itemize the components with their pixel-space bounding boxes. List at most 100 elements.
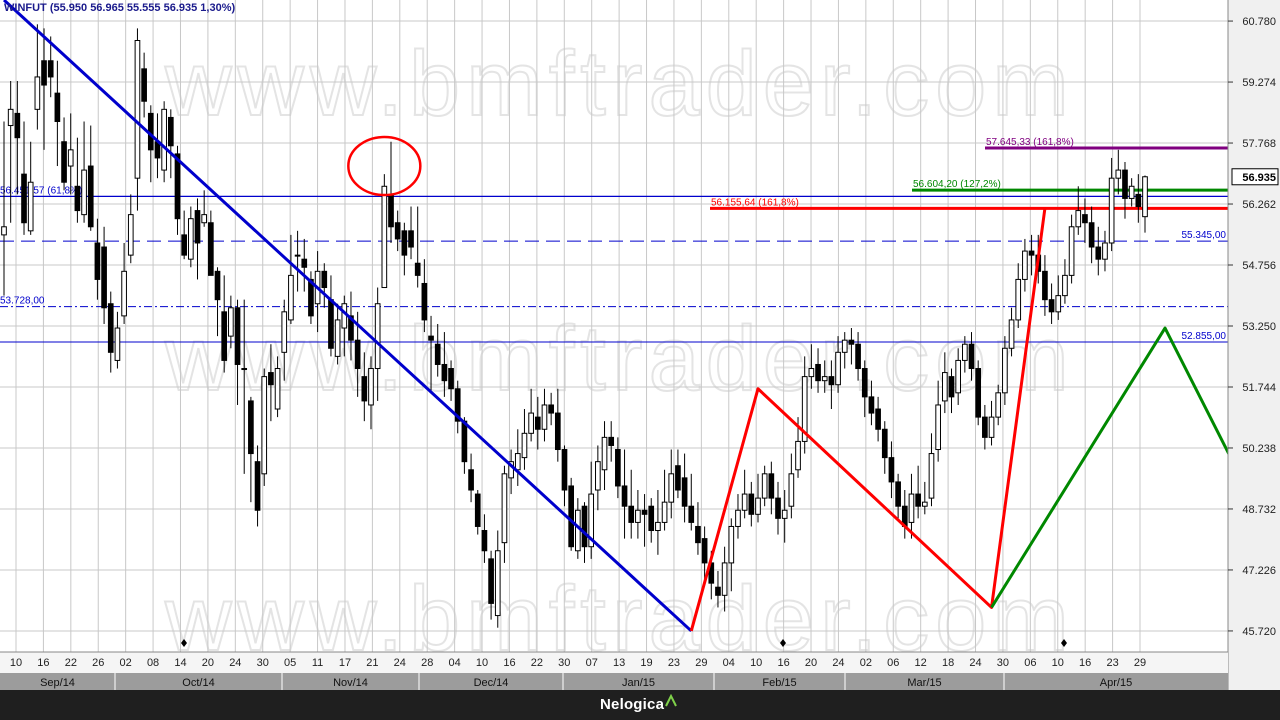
candle-body xyxy=(761,473,768,499)
brand-mark-icon xyxy=(665,694,677,707)
month-label: Feb/15 xyxy=(762,677,796,689)
candle-body xyxy=(428,335,434,341)
candle-body xyxy=(1135,193,1142,208)
day-tick-label: 10 xyxy=(1052,657,1064,669)
candle-body xyxy=(534,416,541,430)
candle-body xyxy=(641,509,648,515)
candle-body xyxy=(681,477,688,507)
candle-body xyxy=(241,368,248,371)
day-tick-label: 23 xyxy=(1106,657,1118,669)
candle-body xyxy=(888,457,895,483)
candle-body xyxy=(181,234,187,256)
candle-body xyxy=(755,497,761,515)
day-tick-label: 19 xyxy=(640,657,652,669)
candle-body xyxy=(635,509,641,523)
day-tick-label: 05 xyxy=(284,657,296,669)
month-label: Nov/14 xyxy=(333,677,368,689)
candle-body xyxy=(1048,299,1055,313)
level-label: 56.451,57 (61,8%) xyxy=(0,185,82,196)
day-tick-label: 28 xyxy=(421,657,433,669)
candle-body xyxy=(962,343,968,361)
day-tick-label: 30 xyxy=(558,657,570,669)
candle-body xyxy=(621,485,628,507)
candle-body xyxy=(14,112,21,139)
candle-body xyxy=(788,473,795,507)
day-tick-label: 13 xyxy=(613,657,625,669)
candle-body xyxy=(668,473,675,503)
candle-body xyxy=(521,432,528,459)
candle-body xyxy=(808,368,815,378)
candle-body xyxy=(715,586,721,596)
candle-body xyxy=(228,307,234,337)
candle-body xyxy=(548,404,554,414)
day-tick-label: 04 xyxy=(723,657,735,669)
day-tick-label: 30 xyxy=(257,657,269,669)
candle-body xyxy=(661,501,668,523)
ticker-symbol: WINFUT xyxy=(4,2,47,14)
price-axis: 60.780 59.274 57.768 56.262 54.756 53.250 51.7… xyxy=(1227,0,1280,690)
candle-body xyxy=(47,60,54,78)
candle-body xyxy=(294,254,301,257)
candle-body xyxy=(554,412,561,451)
price-tick-label: 60.780 xyxy=(1242,16,1276,28)
level-label: 53.728,00 xyxy=(0,296,45,307)
candle-body xyxy=(995,392,1002,418)
day-tick-label: 20 xyxy=(202,657,214,669)
candle-body xyxy=(1075,210,1082,228)
candle-body xyxy=(541,404,548,430)
candle-body xyxy=(41,60,47,86)
candle-body xyxy=(928,453,935,499)
candle-body xyxy=(815,363,821,382)
day-tick-label: 24 xyxy=(394,657,406,669)
candle-body xyxy=(174,153,181,220)
candle-body xyxy=(434,343,441,365)
candle-body xyxy=(441,363,448,382)
candle-body xyxy=(474,493,481,527)
candle-body xyxy=(114,327,121,361)
level-label: 55.345,00 xyxy=(1182,230,1227,241)
candle-body xyxy=(941,372,948,402)
day-tick-label: 16 xyxy=(777,657,789,669)
level-label: 56.604,20 (127,2%) xyxy=(913,179,1001,190)
candle-body xyxy=(748,493,755,515)
day-tick-label: 26 xyxy=(92,657,104,669)
candle-body xyxy=(728,525,735,564)
candle-body xyxy=(568,485,574,548)
candle-body xyxy=(1008,319,1015,349)
candle-body xyxy=(328,299,334,349)
candle-body xyxy=(1095,246,1102,260)
day-tick-label: 24 xyxy=(969,657,981,669)
day-tick-label: 24 xyxy=(832,657,844,669)
candle-body xyxy=(401,230,408,256)
candle-body xyxy=(87,165,94,228)
candle-body xyxy=(321,270,328,289)
candle-body xyxy=(935,404,941,451)
day-tick-label: 20 xyxy=(805,657,817,669)
day-tick-label: 24 xyxy=(229,657,241,669)
month-label: Jan/15 xyxy=(622,677,655,689)
price-chart[interactable]: www.bmftrader.comwww.bmftrader.comwww.bm… xyxy=(0,0,1280,720)
nelogica-logo: Nelogica xyxy=(600,696,665,713)
candle-body xyxy=(268,372,274,386)
day-tick-label: 16 xyxy=(1079,657,1091,669)
candle-body xyxy=(1028,250,1035,256)
price-tick-label: 45.720 xyxy=(1242,626,1276,638)
candle-body xyxy=(187,218,194,260)
candle-body xyxy=(127,214,134,256)
day-tick-label: 06 xyxy=(887,657,899,669)
day-tick-label: 08 xyxy=(147,657,159,669)
candle-body xyxy=(575,509,581,552)
price-tick-label: 56.262 xyxy=(1242,199,1276,211)
candle-body xyxy=(1108,177,1115,244)
candle-body xyxy=(955,359,962,394)
level-label: 57.645,33 (161,8%) xyxy=(986,137,1074,148)
candle-body xyxy=(975,368,982,418)
candle-body xyxy=(421,282,428,321)
candle-body xyxy=(881,428,888,459)
candle-body xyxy=(841,339,848,353)
candle-body xyxy=(721,562,728,596)
day-tick-label: 02 xyxy=(860,657,872,669)
price-tick-label: 47.226 xyxy=(1242,565,1276,577)
month-label: Dec/14 xyxy=(474,677,509,689)
price-tick-label: 48.732 xyxy=(1242,504,1276,516)
